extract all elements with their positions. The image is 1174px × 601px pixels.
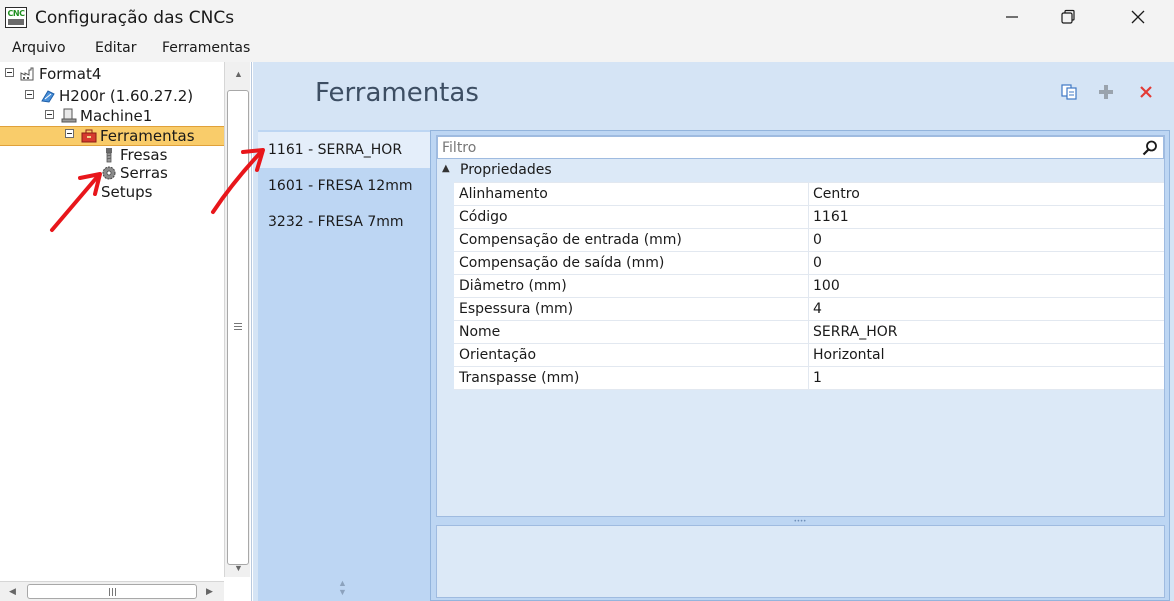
tree-node-ferramentas[interactable]: Ferramentas (81, 126, 195, 146)
property-value[interactable]: Horizontal (813, 347, 884, 363)
list-item: 3232 - FRESA 7mm (268, 214, 404, 230)
tree-collapse-toggle[interactable] (65, 129, 74, 138)
table-row[interactable]: Alinhamento Centro (454, 183, 1164, 206)
property-name: Orientação (459, 347, 537, 363)
property-value[interactable]: 1161 (813, 209, 849, 225)
copy-icon (1061, 84, 1077, 100)
property-name: Nome (459, 324, 501, 340)
property-value[interactable]: 0 (813, 255, 822, 271)
property-value[interactable]: 4 (813, 301, 822, 317)
property-value[interactable]: SERRA_HOR (813, 324, 897, 340)
restore-button[interactable] (1045, 0, 1091, 34)
tree-node-format4[interactable]: Format4 (20, 64, 101, 84)
factory-icon (20, 66, 36, 82)
property-value[interactable]: 100 (813, 278, 840, 294)
property-name: Transpasse (mm) (459, 370, 580, 386)
scroll-right-icon[interactable]: ▶ (206, 586, 213, 597)
search-icon[interactable] (1141, 139, 1159, 157)
tree-node-label: Ferramentas (100, 127, 195, 145)
delete-icon (1140, 86, 1152, 98)
table-row[interactable]: Compensação de saída (mm) 0 (454, 252, 1164, 275)
tool-item-1601[interactable]: 1601 - FRESA 12mm (258, 168, 430, 204)
scroll-left-icon[interactable]: ◀ (9, 586, 16, 597)
table-row[interactable]: Espessura (mm) 4 (454, 298, 1164, 321)
window-title: Configuração das CNCs (35, 8, 235, 28)
tree-collapse-toggle[interactable] (45, 110, 54, 119)
tree-node-label: Format4 (39, 65, 102, 83)
property-value[interactable]: Centro (813, 186, 860, 202)
menu-editar[interactable]: Editar (95, 40, 136, 56)
property-table: Alinhamento Centro Código 1161 Compensação… (454, 182, 1164, 390)
tree-node-label: H200r (1.60.27.2) (59, 87, 194, 105)
annotation-arrow (50, 172, 102, 232)
tool-list: 1161 - SERRA_HOR 1601 - FRESA 12mm 3232 … (258, 130, 430, 601)
list-item: 1161 - SERRA_HOR (268, 142, 403, 158)
delete-button[interactable] (1136, 82, 1156, 102)
tree-horizontal-scrollbar[interactable]: ◀ ▶ (0, 581, 224, 601)
tree-node-label: Serras (120, 164, 168, 182)
annotation-arrow (211, 148, 265, 214)
property-name: Espessura (mm) (459, 301, 574, 317)
minimize-icon (1006, 16, 1018, 18)
tree-node-fresas[interactable]: Fresas (101, 145, 167, 165)
list-scroll-arrows-icon[interactable]: ▲ ▼ (338, 579, 347, 597)
tree-node-label: Fresas (120, 146, 168, 164)
app-icon-text: CNC (7, 9, 25, 18)
table-row[interactable]: Orientação Horizontal (454, 344, 1164, 367)
toolbox-icon (81, 128, 97, 144)
add-icon (1099, 85, 1113, 99)
list-item: 1601 - FRESA 12mm (268, 178, 413, 194)
property-name: Alinhamento (459, 186, 548, 202)
tree-node-h200r[interactable]: H200r (1.60.27.2) (40, 86, 193, 106)
close-button[interactable] (1115, 0, 1161, 34)
computer-icon (61, 108, 77, 124)
table-row[interactable]: Nome SERRA_HOR (454, 321, 1164, 344)
property-name: Compensação de entrada (mm) (459, 232, 682, 248)
table-row[interactable]: Transpasse (mm) 1 (454, 367, 1164, 390)
table-row[interactable]: Compensação de entrada (mm) 0 (454, 229, 1164, 252)
drill-bit-icon (101, 147, 117, 163)
menu-arquivo[interactable]: Arquivo (12, 40, 66, 56)
property-value[interactable]: 1 (813, 370, 822, 386)
property-value[interactable]: 0 (813, 232, 822, 248)
category-label: Propriedades (460, 162, 552, 178)
properties-container: ▲ Propriedades Alinhamento Centro Código 1… (430, 130, 1170, 601)
tree-collapse-toggle[interactable] (25, 90, 34, 99)
tree-collapse-toggle[interactable] (5, 68, 14, 77)
tool-item-1161[interactable]: 1161 - SERRA_HOR (258, 132, 430, 168)
scroll-down-icon[interactable]: ▼ (234, 563, 243, 573)
table-row[interactable]: Diâmetro (mm) 100 (454, 275, 1164, 298)
machine-icon (40, 88, 56, 104)
property-name: Código (459, 209, 508, 225)
menu-bar: Arquivo Editar Ferramentas (0, 34, 1174, 62)
tree-node-machine1[interactable]: Machine1 (61, 106, 152, 126)
category-propriedades[interactable]: ▲ Propriedades (437, 161, 1164, 181)
filter-input[interactable] (442, 139, 1122, 157)
restore-icon (1061, 9, 1075, 24)
property-name: Diâmetro (mm) (459, 278, 567, 294)
menu-ferramentas[interactable]: Ferramentas (162, 40, 250, 56)
property-grid: ▲ Propriedades Alinhamento Centro Código 1… (436, 135, 1165, 517)
tree-node-serras[interactable]: Serras (101, 163, 168, 183)
filter-box (437, 136, 1164, 159)
close-icon (1131, 10, 1145, 24)
page-title: Ferramentas (315, 78, 479, 108)
title-bar: CNC Configuração das CNCs (0, 0, 1174, 34)
scroll-up-icon[interactable]: ▲ (234, 69, 243, 79)
table-row[interactable]: Código 1161 (454, 206, 1164, 229)
description-pane (436, 525, 1165, 598)
main-panel: Ferramentas 1161 - SERRA_HOR 1601 - FRES… (211, 62, 1174, 601)
tree-node-label: Machine1 (80, 107, 153, 125)
tool-item-3232[interactable]: 3232 - FRESA 7mm (258, 204, 430, 240)
property-name: Compensação de saída (mm) (459, 255, 665, 271)
minimize-button[interactable] (989, 0, 1035, 34)
cnc-app-icon: CNC (5, 7, 27, 28)
collapse-caret-icon[interactable]: ▲ (442, 163, 450, 174)
copy-button[interactable] (1059, 82, 1079, 102)
scrollbar-thumb[interactable] (27, 584, 197, 599)
add-button[interactable] (1096, 82, 1116, 102)
